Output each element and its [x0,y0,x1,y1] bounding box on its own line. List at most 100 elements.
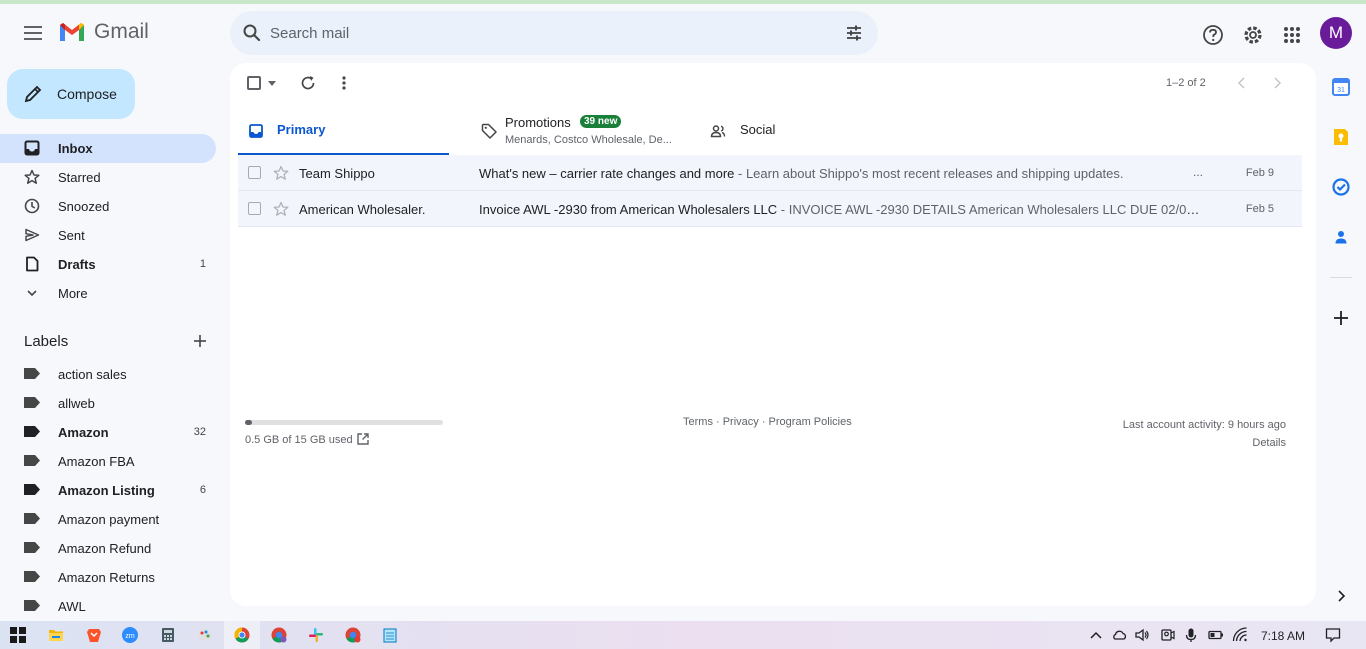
expand-side-panel-icon[interactable] [1332,587,1350,605]
chrome-profile-icon[interactable] [345,627,361,643]
gmail-m-icon [60,23,84,41]
search-icon[interactable] [242,23,262,43]
more-vertical-icon[interactable] [335,74,353,92]
notepad-icon[interactable] [382,627,398,643]
email-snippet: - Learn about Shippo's most recent relea… [734,166,1124,181]
label-item[interactable]: Amazon 32 [0,417,216,446]
tab-primary[interactable]: Primary [238,108,449,156]
storage-usage-text: 0.5 GB of 15 GB used [245,434,353,446]
add-label-icon[interactable] [190,331,210,351]
gmail-logo[interactable]: Gmail [58,20,149,44]
nav-count: 1 [199,258,206,270]
account-activity: Last account activity: 9 hours ago Detai… [1123,416,1286,452]
main-nav: Inbox Starred Snoozed Sent Drafts 1 More [0,134,216,308]
people-icon [710,125,726,138]
star-icon[interactable] [273,201,289,217]
nav-item-more[interactable]: More [0,279,216,308]
label-item[interactable]: allweb [0,388,216,417]
star-icon[interactable] [273,165,289,181]
help-icon[interactable] [1201,23,1225,47]
calendar-icon[interactable]: 31 [1332,78,1350,96]
tab-promotions[interactable]: Promotions 39 new Menards, Costco Wholes… [471,108,691,156]
label-item[interactable]: Amazon Listing 6 [0,475,216,504]
search-options-icon[interactable] [844,23,864,43]
tab-social[interactable]: Social [700,108,900,156]
select-all-checkbox[interactable] [247,76,261,90]
tab-label: Primary [277,122,326,137]
add-addon-icon[interactable] [1332,309,1350,327]
wifi-icon[interactable] [1232,627,1248,643]
paint-app-icon[interactable] [197,627,213,643]
windows-start-icon[interactable] [10,627,26,643]
new-count-badge: 39 new [580,115,622,128]
label-item[interactable]: action sales [0,359,216,388]
labels-heading: Labels [24,333,69,350]
email-subject: Invoice AWL -2930 from American Wholesal… [479,202,778,217]
settings-gear-icon[interactable] [1241,23,1265,47]
taskbar-clock[interactable]: 7:18 AM [1261,629,1305,643]
nav-label: Starred [58,170,101,185]
label-item[interactable]: Amazon Returns [0,562,216,591]
account-avatar[interactable]: M [1320,17,1352,49]
nav-item-sent[interactable]: Sent [0,221,216,250]
chevron-right-icon[interactable] [1269,75,1285,91]
slack-icon[interactable] [308,627,324,643]
apps-grid-icon[interactable] [1280,23,1304,47]
inbox-icon [249,124,263,138]
microphone-icon[interactable] [1183,627,1199,643]
email-sender: Team Shippo [299,166,375,181]
chevron-down-icon [27,290,37,297]
label-tag-icon [24,426,40,437]
brave-browser-icon[interactable] [86,627,102,643]
label-tag-icon [24,542,40,553]
email-row[interactable]: American Wholesaler. Invoice AWL -2930 f… [238,191,1302,227]
keep-notes-icon[interactable] [1332,128,1350,146]
open-external-icon[interactable] [356,432,370,446]
chrome-icon[interactable] [234,627,250,643]
pagination-text: 1–2 of 2 [1166,77,1206,89]
zoom-app-icon[interactable]: zm [122,627,138,643]
row-checkbox[interactable] [248,166,261,179]
compose-button[interactable]: Compose [7,69,135,119]
contacts-icon[interactable] [1332,228,1350,246]
file-explorer-icon[interactable] [48,627,64,643]
onedrive-cloud-icon[interactable] [1111,627,1127,643]
tab-senders-preview: Menards, Costco Wholesale, De... [505,134,672,146]
select-dropdown-caret-icon[interactable] [268,81,276,86]
chevron-left-icon[interactable] [1234,75,1250,91]
email-ellipsis: ... [1193,165,1204,179]
nav-item-inbox[interactable]: Inbox [0,134,216,163]
refresh-icon[interactable] [299,74,317,92]
row-checkbox[interactable] [248,202,261,215]
label-item[interactable]: AWL [0,591,216,620]
tasks-icon[interactable] [1332,178,1350,196]
label-tag-icon [24,455,40,466]
chevron-up-icon[interactable] [1088,627,1104,643]
label-item[interactable]: Amazon FBA [0,446,216,475]
label-tag-icon [24,397,40,408]
speaker-volume-icon[interactable] [1134,627,1150,643]
star-icon [24,169,40,184]
calculator-icon[interactable] [160,627,176,643]
label-item[interactable]: Amazon Refund [0,533,216,562]
email-row[interactable]: Team Shippo What's new – carrier rate ch… [238,155,1302,191]
camera-icon[interactable] [1159,627,1175,643]
search-bar[interactable] [230,11,878,55]
label-tag-icon [24,368,40,379]
tab-label: Promotions [505,115,571,130]
nav-item-drafts[interactable]: Drafts 1 [0,250,216,279]
nav-item-starred[interactable]: Starred [0,163,216,192]
activity-details-link[interactable]: Details [1123,434,1286,452]
main-menu-button[interactable] [14,14,52,52]
label-item[interactable]: Amazon payment [0,504,216,533]
nav-item-snoozed[interactable]: Snoozed [0,192,216,221]
footer-policy-links[interactable]: Terms · Privacy · Program Policies [683,416,852,428]
battery-icon[interactable] [1208,627,1224,643]
notification-center-icon[interactable] [1325,627,1341,643]
email-subject-line: Invoice AWL -2930 from American Wholesal… [479,202,1204,217]
search-input[interactable] [270,11,830,55]
labels-list: action sales allweb Amazon 32 Amazon FBA … [0,359,216,620]
chrome-profile-icon[interactable] [271,627,287,643]
last-activity-text: Last account activity: 9 hours ago [1122,419,1286,431]
label-name: allweb [58,396,95,411]
